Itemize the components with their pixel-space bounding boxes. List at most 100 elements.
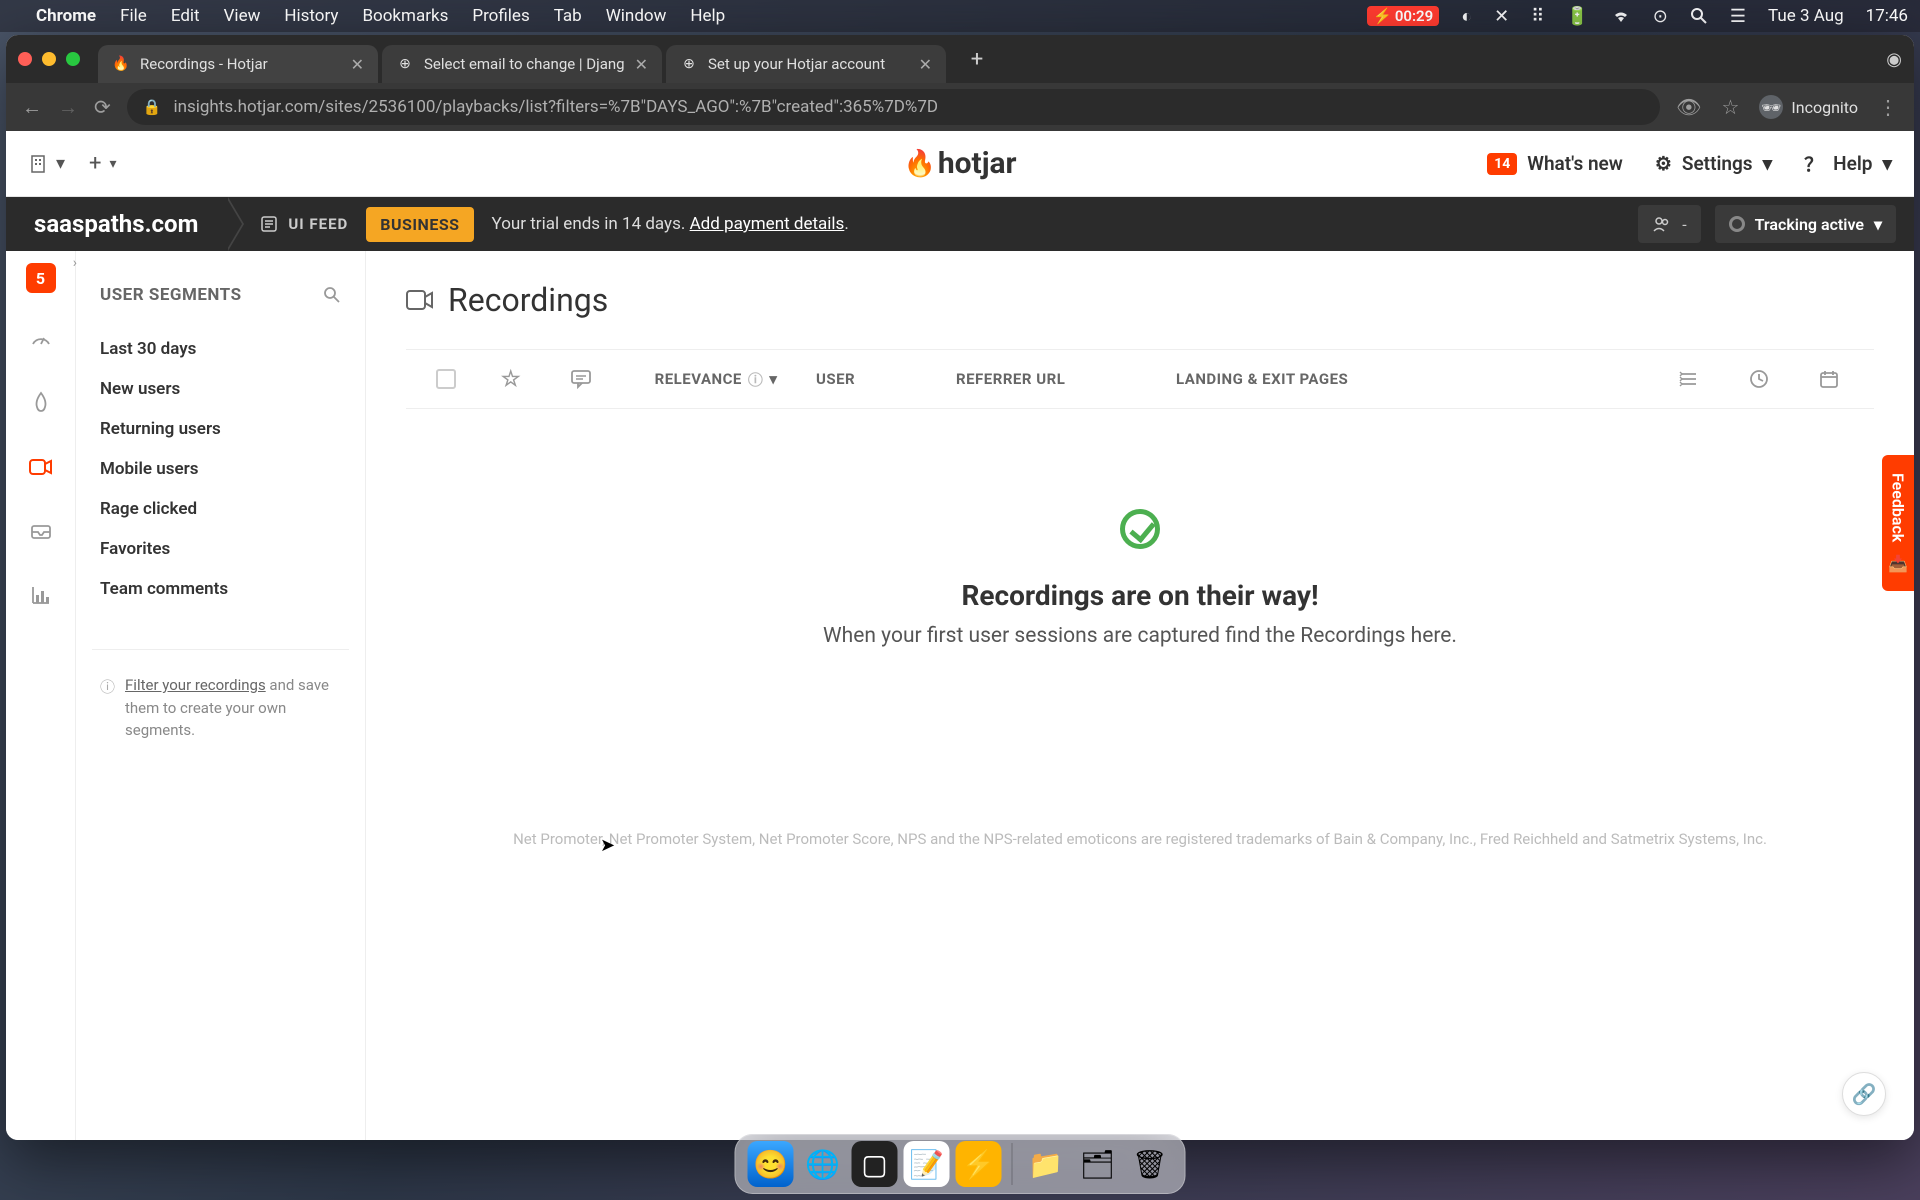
status-icon-3[interactable]: ⠿ bbox=[1531, 6, 1544, 27]
back-button[interactable]: ← bbox=[22, 95, 42, 120]
dock-app-icon[interactable]: ⚡ bbox=[956, 1141, 1002, 1187]
page-content: ▾ + ▾ 🔥 hotjar 14 What's new ⚙ Settings bbox=[6, 131, 1914, 1140]
menu-view[interactable]: View bbox=[224, 6, 261, 26]
menu-window[interactable]: Window bbox=[606, 6, 667, 26]
col-referrer[interactable]: REFERRER URL bbox=[956, 370, 1176, 388]
tab-close-icon[interactable]: ✕ bbox=[351, 55, 364, 74]
wifi-icon[interactable] bbox=[1611, 9, 1631, 24]
menubar-clock[interactable]: 17:46 bbox=[1866, 6, 1908, 26]
dock-terminal-icon[interactable]: ▢ bbox=[852, 1141, 898, 1187]
battery-timer-icon[interactable]: ⚡00:29 bbox=[1367, 6, 1439, 26]
rail-feedback[interactable] bbox=[23, 513, 59, 549]
hotjar-logo[interactable]: 🔥 hotjar bbox=[903, 146, 1016, 181]
link-fab[interactable]: 🔗 bbox=[1842, 1072, 1886, 1116]
new-tab-button[interactable]: + bbox=[962, 47, 992, 72]
tab-django[interactable]: ⊕ Select email to change | Djang ✕ bbox=[382, 45, 662, 83]
search-segments-icon[interactable] bbox=[323, 286, 341, 304]
video-icon bbox=[406, 289, 434, 311]
spotlight-icon[interactable]: ⊙ bbox=[1653, 6, 1668, 27]
col-duration-icon[interactable] bbox=[1724, 369, 1794, 389]
menu-help[interactable]: Help bbox=[690, 6, 725, 26]
menu-edit[interactable]: Edit bbox=[171, 6, 200, 26]
menu-history[interactable]: History bbox=[284, 6, 338, 26]
segment-favorites[interactable]: Favorites bbox=[92, 529, 349, 569]
window-zoom-icon[interactable] bbox=[66, 52, 80, 66]
ui-feed-link[interactable]: UI FEED bbox=[260, 215, 348, 233]
control-center-icon[interactable]: ☰ bbox=[1730, 6, 1746, 27]
tab-close-icon[interactable]: ✕ bbox=[635, 55, 648, 74]
tab-setup[interactable]: ⊕ Set up your Hotjar account ✕ bbox=[666, 45, 946, 83]
search-icon[interactable] bbox=[1690, 7, 1708, 25]
gear-icon: ⚙ bbox=[1655, 152, 1672, 175]
settings-menu[interactable]: ⚙ Settings ▾ bbox=[1655, 152, 1772, 175]
incognito-icon: 🕶 bbox=[1759, 95, 1783, 119]
rail-heatmaps[interactable] bbox=[23, 385, 59, 421]
filter-recordings-link[interactable]: Filter your recordings bbox=[125, 676, 266, 694]
status-icon-2[interactable]: ✕ bbox=[1494, 6, 1509, 27]
segment-last-30[interactable]: Last 30 days bbox=[92, 329, 349, 369]
flame-icon: 🔥 bbox=[903, 149, 935, 179]
inbox-icon bbox=[30, 520, 52, 542]
bookmark-icon[interactable]: ☆ bbox=[1721, 95, 1739, 119]
url-field[interactable]: 🔒 insights.hotjar.com/sites/2536100/play… bbox=[127, 89, 1660, 125]
kebab-menu-icon[interactable]: ⋮ bbox=[1878, 95, 1898, 119]
tab-close-icon[interactable]: ✕ bbox=[919, 55, 932, 74]
window-minimize-icon[interactable] bbox=[42, 52, 56, 66]
add-payment-link[interactable]: Add payment details bbox=[690, 214, 845, 234]
col-date-icon[interactable] bbox=[1794, 369, 1864, 389]
menu-bookmarks[interactable]: Bookmarks bbox=[362, 6, 448, 26]
add-menu[interactable]: + ▾ bbox=[89, 151, 117, 176]
segment-new-users[interactable]: New users bbox=[92, 369, 349, 409]
menu-profiles[interactable]: Profiles bbox=[472, 6, 529, 26]
dock-finder-icon[interactable]: 😊 bbox=[748, 1141, 794, 1187]
rail-notifications[interactable]: 5 bbox=[26, 263, 56, 293]
dock-notes-icon[interactable]: 📝 bbox=[904, 1141, 950, 1187]
lock-icon[interactable]: 🔒 bbox=[143, 98, 162, 116]
dock-folder2-icon[interactable]: 🗂 bbox=[1075, 1141, 1121, 1187]
expand-rail-icon[interactable]: › bbox=[73, 255, 77, 271]
dock-chrome-icon[interactable]: 🌐 bbox=[800, 1141, 846, 1187]
col-relevance[interactable]: RELEVANCE ⓘ ▾ bbox=[616, 369, 816, 390]
battery-icon[interactable]: 🔋 bbox=[1566, 6, 1588, 27]
rail-recordings[interactable] bbox=[23, 449, 59, 485]
legal-footer: Net Promoter, Net Promoter System, Net P… bbox=[406, 828, 1874, 851]
select-all-checkbox[interactable] bbox=[416, 369, 476, 389]
col-user[interactable]: USER bbox=[816, 370, 956, 388]
col-pages-icon[interactable] bbox=[1654, 369, 1724, 389]
team-members-button[interactable]: - bbox=[1638, 205, 1700, 243]
segment-returning[interactable]: Returning users bbox=[92, 409, 349, 449]
eye-off-icon[interactable]: 👁 bbox=[1676, 95, 1701, 119]
col-favorite-icon[interactable]: ☆ bbox=[476, 367, 546, 392]
site-name[interactable]: saaspaths.com bbox=[6, 197, 226, 251]
segment-mobile[interactable]: Mobile users bbox=[92, 449, 349, 489]
app-name[interactable]: Chrome bbox=[36, 6, 96, 26]
segment-comments[interactable]: Team comments bbox=[92, 569, 349, 609]
rail-dashboard[interactable] bbox=[23, 321, 59, 357]
help-menu[interactable]: ？ Help ▾ bbox=[1804, 150, 1892, 177]
tab-recordings[interactable]: 🔥 Recordings - Hotjar ✕ bbox=[98, 45, 378, 83]
menu-file[interactable]: File bbox=[120, 6, 147, 26]
macos-menubar: Chrome File Edit View History Bookmarks … bbox=[0, 0, 1920, 32]
reload-button[interactable]: ⟳ bbox=[94, 95, 111, 119]
plan-badge: BUSINESS bbox=[366, 207, 473, 242]
recordings-content: Recordings ☆ RELEVANCE ⓘ ▾ USER REFERRER… bbox=[366, 251, 1914, 1140]
segment-rage[interactable]: Rage clicked bbox=[92, 489, 349, 529]
rail-surveys[interactable] bbox=[23, 577, 59, 613]
menubar-date[interactable]: Tue 3 Aug bbox=[1768, 6, 1844, 26]
incognito-chip[interactable]: 🕶 Incognito bbox=[1759, 95, 1858, 119]
site-favicon-icon: ⊕ bbox=[680, 55, 698, 73]
incognito-indicator-icon[interactable]: ◉ bbox=[1886, 49, 1902, 70]
menu-tab[interactable]: Tab bbox=[554, 6, 582, 26]
col-landing[interactable]: LANDING & EXIT PAGES bbox=[1176, 370, 1496, 388]
address-bar: ← → ⟳ 🔒 insights.hotjar.com/sites/253610… bbox=[6, 83, 1914, 131]
window-close-icon[interactable] bbox=[18, 52, 32, 66]
org-switcher[interactable]: ▾ bbox=[28, 153, 65, 174]
dock-trash-icon[interactable]: 🗑 bbox=[1127, 1141, 1173, 1187]
col-comment-icon[interactable] bbox=[546, 369, 616, 389]
forward-button[interactable]: → bbox=[58, 95, 78, 120]
feedback-tab[interactable]: Feedback 📥 bbox=[1882, 455, 1914, 591]
whats-new-button[interactable]: 14 What's new bbox=[1487, 152, 1623, 175]
status-icon-1[interactable]: ◐ bbox=[1461, 6, 1472, 27]
tracking-status-button[interactable]: Tracking active ▾ bbox=[1715, 205, 1896, 243]
dock-folder-icon[interactable]: 📁 bbox=[1023, 1141, 1069, 1187]
